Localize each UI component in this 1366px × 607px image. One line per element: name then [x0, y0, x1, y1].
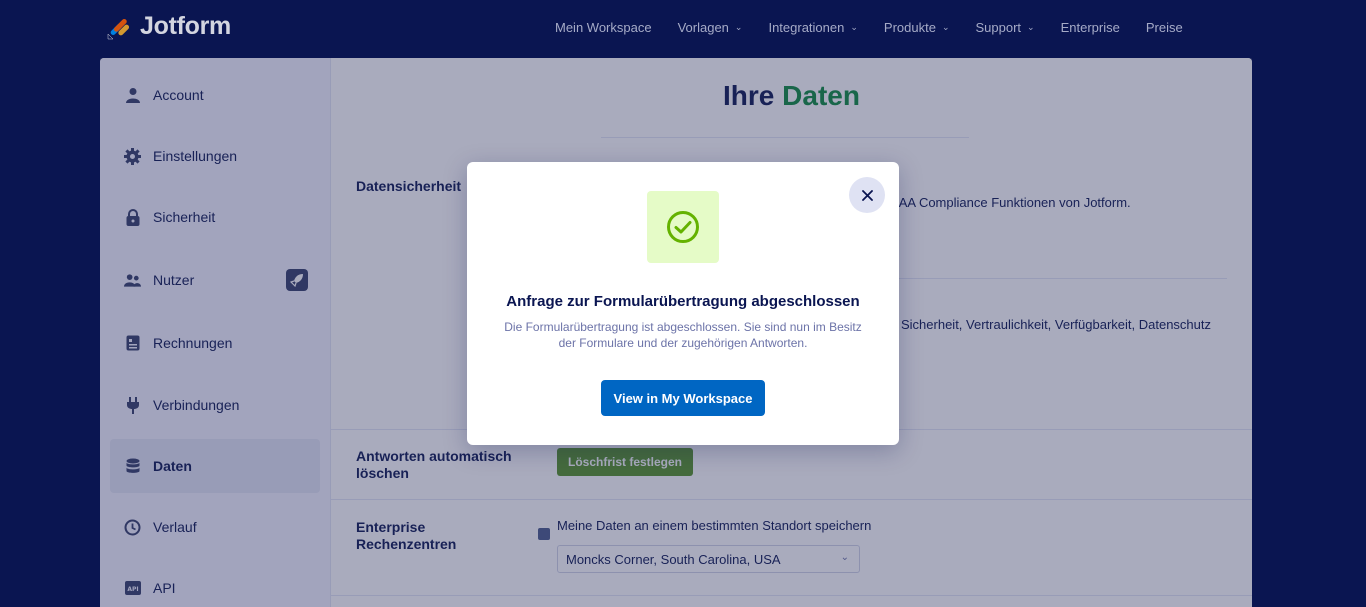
transfer-complete-dialog: Anfrage zur Formularübertragung abgeschl… — [467, 162, 899, 445]
success-icon-box — [647, 191, 719, 263]
view-in-workspace-button[interactable]: View in My Workspace — [601, 380, 765, 416]
close-dialog-button[interactable] — [849, 177, 885, 213]
check-circle-icon — [667, 211, 699, 243]
dialog-description: Die Formularübertragung ist abgeschlosse… — [504, 320, 862, 350]
dialog-title: Anfrage zur Formularübertragung abgeschl… — [506, 293, 860, 310]
close-icon — [861, 189, 873, 201]
